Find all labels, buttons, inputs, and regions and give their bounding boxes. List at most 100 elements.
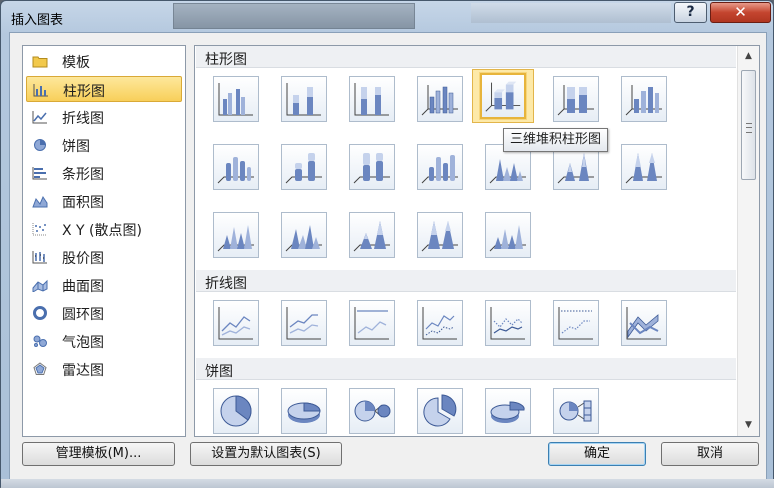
chart-thumb-100-stacked-cone[interactable] <box>621 144 667 190</box>
category-item-scatter[interactable]: X Y (散点图) <box>26 216 182 242</box>
section-title: 柱形图 <box>205 52 247 68</box>
chart-thumb-pie[interactable] <box>213 388 259 434</box>
chart-thumb-100-stacked-cylinder[interactable] <box>349 144 395 190</box>
chart-thumb-100-stacked-pyramid[interactable] <box>417 212 463 258</box>
clustered-column-icon <box>218 83 253 116</box>
category-label: 雷达图 <box>62 363 104 379</box>
3d-percent-stacked-column-icon <box>557 85 594 116</box>
chart-thumb-3d-cylinder[interactable] <box>417 144 463 190</box>
scroll-down-icon[interactable]: ▼ <box>741 418 756 432</box>
category-item-radar[interactable]: 雷达图 <box>26 356 182 382</box>
close-button[interactable]: ✕ <box>710 2 771 23</box>
chart-thumb-stacked-pyramid[interactable] <box>349 212 395 258</box>
dialog-title: 插入图表 <box>11 13 64 28</box>
chart-thumb-pie-of-pie[interactable] <box>349 388 395 434</box>
manage-templates-button[interactable]: 管理模板(M)... <box>22 442 175 466</box>
stock-chart-icon <box>32 251 47 264</box>
chart-thumb-line-markers[interactable] <box>417 300 463 346</box>
cancel-button[interactable]: 取消 <box>661 442 759 466</box>
section-title: 折线图 <box>205 276 247 292</box>
bubble-chart-icon <box>33 335 47 347</box>
category-item-stock[interactable]: 股价图 <box>26 244 182 270</box>
3d-stacked-column-icon <box>485 81 521 112</box>
chart-thumb-3d-stacked-column[interactable] <box>479 72 527 120</box>
chart-thumb-clustered-column[interactable] <box>213 76 259 122</box>
category-item-bar[interactable]: 条形图 <box>26 160 182 186</box>
chart-thumb-100-stacked-line[interactable] <box>349 300 395 346</box>
category-label: 折线图 <box>62 111 104 127</box>
category-item-surface[interactable]: 曲面图 <box>26 272 182 298</box>
chart-thumb-3d-exploded-pie[interactable] <box>485 388 531 434</box>
3d-cylinder-icon <box>421 155 458 184</box>
background-window-blur <box>173 3 415 29</box>
pie-icon <box>220 395 252 427</box>
category-item-template[interactable]: 模板 <box>26 48 182 74</box>
chart-thumb-bar-of-pie[interactable] <box>553 388 599 434</box>
column-chart-icon <box>33 84 48 97</box>
stacked-line-icon <box>286 307 321 340</box>
folder-icon <box>32 56 48 68</box>
title-bar[interactable]: 插入图表 ? ✕ <box>1 1 774 33</box>
pie-chart-icon <box>34 139 46 151</box>
chart-thumb-exploded-pie[interactable] <box>417 388 463 434</box>
category-item-line[interactable]: 折线图 <box>26 104 182 130</box>
scroll-thumb[interactable] <box>741 70 756 180</box>
category-item-column[interactable]: 柱形图 <box>26 76 182 102</box>
category-label: 模板 <box>62 55 90 71</box>
pie-of-pie-icon <box>354 400 391 422</box>
bar-of-pie-icon <box>559 400 592 422</box>
chart-thumb-3d-pie[interactable] <box>281 388 327 434</box>
percent-stacked-line-icon <box>354 307 389 340</box>
doughnut-chart-icon <box>33 306 47 320</box>
percent-stacked-line-markers-icon <box>558 307 593 340</box>
chart-thumb-clustered-pyramid[interactable] <box>281 212 327 258</box>
category-label: 曲面图 <box>62 279 104 295</box>
section-header-line: 折线图 <box>196 270 736 292</box>
surface-chart-icon <box>32 279 48 292</box>
chart-category-list[interactable]: 模板 柱形图 折线图 饼图 条形图 面积图 X Y (散点图) 股价图 曲面图 … <box>22 45 186 437</box>
chart-thumb-3d-cone[interactable] <box>213 212 259 258</box>
chart-thumb-clustered-cylinder[interactable] <box>213 144 259 190</box>
chart-subtype-gallery[interactable]: 柱形图 三维堆积柱形图 折线图 饼图 ▲ ▼ <box>194 45 760 437</box>
chart-thumb-stacked-line[interactable] <box>281 300 327 346</box>
stacked-pyramid-icon <box>353 221 390 252</box>
chart-thumb-stacked-cylinder[interactable] <box>281 144 327 190</box>
chart-thumb-stacked-line-markers[interactable] <box>485 300 531 346</box>
stacked-cylinder-icon <box>285 153 322 184</box>
chart-thumb-stacked-column[interactable] <box>281 76 327 122</box>
category-label: 圆环图 <box>62 307 104 323</box>
chart-thumb-100-stacked-line-markers[interactable] <box>553 300 599 346</box>
3d-cone-icon <box>217 225 254 252</box>
chart-thumb-3d-pyramid[interactable] <box>485 212 531 258</box>
category-item-doughnut[interactable]: 圆环图 <box>26 300 182 326</box>
clustered-cylinder-icon <box>217 157 254 184</box>
category-label: 柱形图 <box>63 84 105 100</box>
percent-stacked-column-icon <box>354 83 389 116</box>
3d-clustered-column-icon <box>421 85 458 116</box>
scatter-chart-icon <box>32 223 47 236</box>
category-label: 饼图 <box>62 139 90 155</box>
line-chart-icon <box>32 111 47 124</box>
chart-thumb-3d-line[interactable] <box>621 300 667 346</box>
area-chart-icon <box>32 195 48 208</box>
gallery-scrollbar[interactable]: ▲ ▼ <box>737 46 759 436</box>
help-icon: ? <box>686 4 695 20</box>
category-item-area[interactable]: 面积图 <box>26 188 182 214</box>
line-with-markers-icon <box>422 307 457 340</box>
ok-button[interactable]: 确定 <box>548 442 646 466</box>
dialog-window: 插入图表 ? ✕ 模板 柱形图 折线图 饼图 条形图 面积图 X Y (散点图)… <box>0 0 774 488</box>
radar-chart-icon <box>33 362 47 375</box>
chart-thumb-3d-clustered-column[interactable] <box>417 76 463 122</box>
line-icon <box>218 307 253 340</box>
section-title: 饼图 <box>205 364 233 380</box>
set-default-chart-button[interactable]: 设置为默认图表(S) <box>190 442 342 466</box>
chart-thumb-line[interactable] <box>213 300 259 346</box>
category-label: 气泡图 <box>62 335 104 351</box>
chart-thumb-100-stacked-column[interactable] <box>349 76 395 122</box>
scroll-up-icon[interactable]: ▲ <box>741 49 756 63</box>
category-item-bubble[interactable]: 气泡图 <box>26 328 182 354</box>
chart-thumb-3d-100-stacked-column[interactable] <box>553 76 599 122</box>
help-button[interactable]: ? <box>674 2 707 23</box>
chart-thumb-3d-column[interactable] <box>621 76 667 122</box>
category-item-pie[interactable]: 饼图 <box>26 132 182 158</box>
